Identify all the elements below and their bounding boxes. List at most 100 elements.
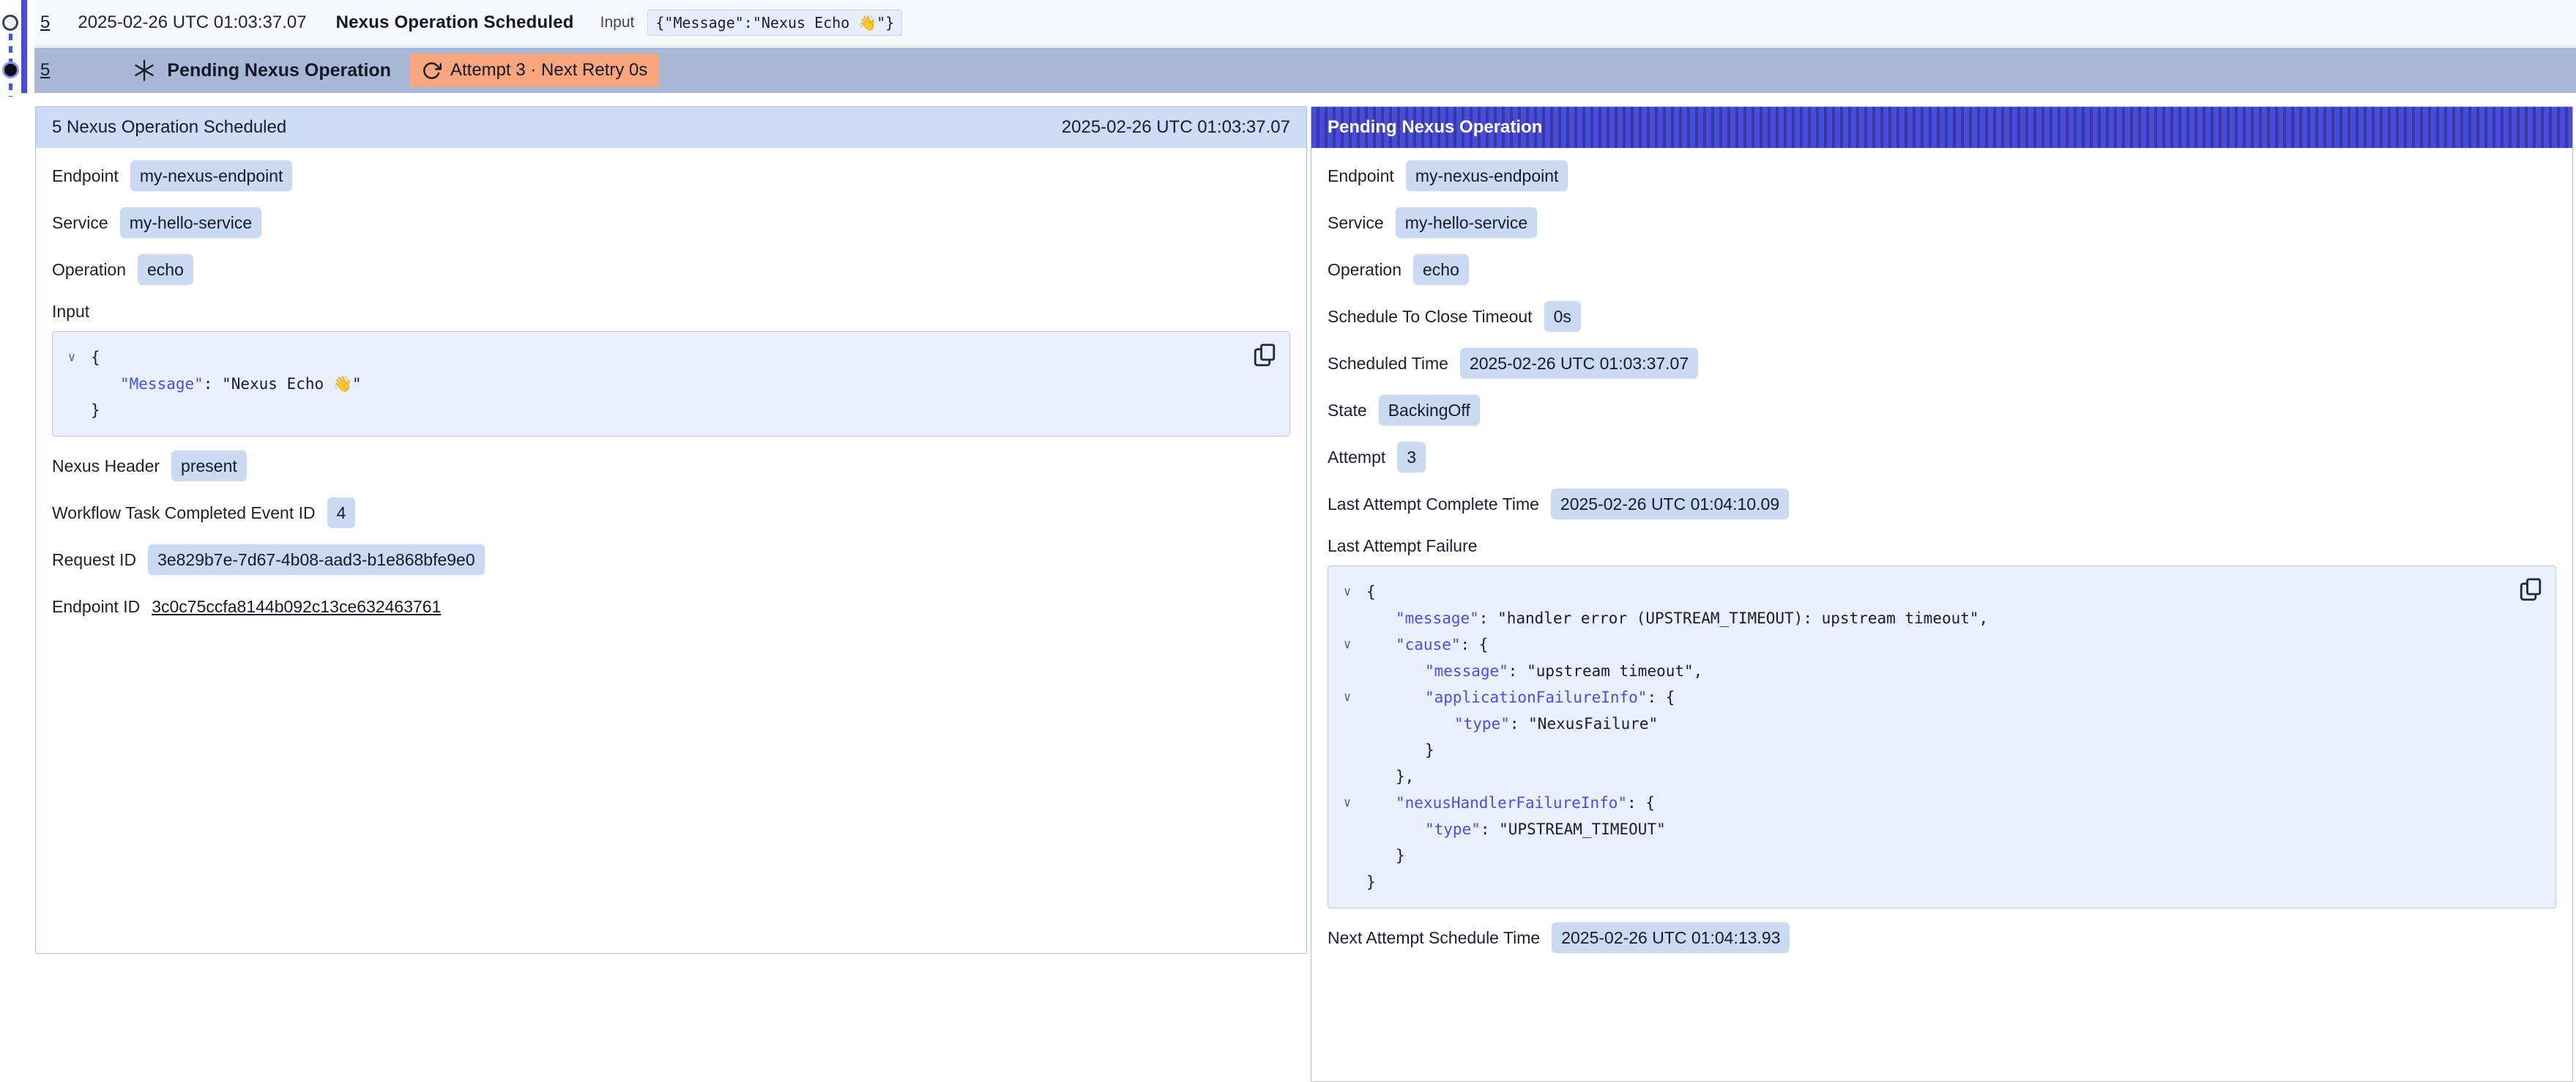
field-label: Operation [1328, 260, 1401, 280]
json-collapse-chevron-icon [1328, 658, 1366, 684]
field-label: Endpoint [1328, 166, 1394, 186]
json-collapse-chevron-icon[interactable]: ∨ [53, 344, 91, 371]
copy-button[interactable] [2517, 577, 2544, 603]
json-collapse-chevron-icon[interactable]: ∨ [1328, 790, 1366, 816]
field-label: State [1328, 401, 1367, 420]
json-code-line: "type": "NexusFailure" [1366, 711, 1658, 737]
attempt-retry-text: Attempt 3 · Next Retry 0s [450, 60, 647, 81]
json-code-line: "applicationFailureInfo": { [1366, 684, 1675, 711]
json-collapse-chevron-icon [1328, 816, 1366, 842]
json-code-line: } [1366, 869, 1376, 895]
pending-panel-header: Pending Nexus Operation [1311, 107, 2572, 148]
field-endpoint-id: Endpoint ID 3c0c75ccfa8144b092c13ce63246… [52, 590, 1290, 623]
json-code-line: { [91, 344, 100, 371]
field-request-id: Request ID 3e829b7e-7d67-4b08-aad3-b1e86… [52, 544, 1290, 576]
field-value-badge: my-nexus-endpoint [130, 160, 293, 191]
field-label: Attempt [1328, 448, 1385, 467]
field-value-badge: 0s [1544, 301, 1581, 332]
field-value-badge: 2025-02-26 UTC 01:04:10.09 [1551, 489, 1789, 519]
selected-event-indicator [21, 0, 27, 93]
endpoint-id-link[interactable]: 3c0c75ccfa8144b092c13ce632463761 [152, 597, 441, 617]
json-code-line: } [1366, 842, 1405, 869]
field-attempt: Attempt 3 [1328, 441, 2556, 473]
panel-title: 5 Nexus Operation Scheduled [52, 117, 286, 138]
input-json-viewer: ∨{"Message": "Nexus Echo 👋"} [52, 331, 1290, 437]
json-collapse-chevron-icon[interactable]: ∨ [1328, 684, 1366, 711]
field-value-badge: 3 [1397, 442, 1426, 473]
field-value-badge: my-hello-service [120, 207, 261, 238]
field-value-badge: 4 [327, 497, 356, 528]
field-value-badge: 3e829b7e-7d67-4b08-aad3-b1e868bfe9e0 [148, 544, 485, 575]
json-collapse-chevron-icon [1328, 842, 1366, 869]
pending-operation-panel: Pending Nexus Operation Endpoint my-nexu… [1311, 106, 2573, 1082]
field-label: Endpoint ID [52, 597, 140, 617]
json-collapse-chevron-icon [1328, 737, 1366, 763]
copy-icon [1251, 342, 1278, 368]
field-label: Next Attempt Schedule Time [1328, 928, 1540, 948]
pending-event-title: Pending Nexus Operation [167, 60, 391, 81]
pending-asterisk-icon [132, 58, 157, 83]
json-collapse-chevron-icon [1328, 869, 1366, 895]
scheduled-event-panel: 5 Nexus Operation Scheduled 2025-02-26 U… [35, 106, 1307, 954]
json-code-line: "Message": "Nexus Echo 👋" [91, 371, 362, 397]
scheduled-panel-header: 5 Nexus Operation Scheduled 2025-02-26 U… [36, 107, 1306, 148]
json-code-line: "cause": { [1366, 631, 1488, 658]
json-collapse-chevron-icon [53, 371, 91, 397]
retry-icon [422, 61, 442, 81]
timeline-event-marker-icon [2, 15, 18, 31]
field-operation: Operation echo [1328, 253, 2556, 286]
json-code-line: } [1366, 737, 1434, 763]
field-workflow-task-completed-event-id: Workflow Task Completed Event ID 4 [52, 497, 1290, 529]
attempt-retry-badge: Attempt 3 · Next Retry 0s [410, 53, 659, 87]
panel-timestamp: 2025-02-26 UTC 01:03:37.07 [1062, 117, 1290, 138]
field-endpoint: Endpoint my-nexus-endpoint [52, 160, 1290, 192]
field-value-badge: 2025-02-26 UTC 01:04:13.93 [1552, 922, 1790, 953]
input-section-label: Input [52, 300, 1290, 322]
json-code-line: { [1366, 579, 1376, 605]
field-endpoint: Endpoint my-nexus-endpoint [1328, 160, 2556, 192]
field-label: Service [52, 213, 108, 233]
field-schedule-to-close-timeout: Schedule To Close Timeout 0s [1328, 300, 2556, 333]
json-collapse-chevron-icon [1328, 711, 1366, 737]
json-collapse-chevron-icon [1328, 763, 1366, 790]
json-collapse-chevron-icon [1328, 605, 1366, 631]
json-collapse-chevron-icon[interactable]: ∨ [1328, 579, 1366, 605]
event-timestamp: 2025-02-26 UTC 01:03:37.07 [78, 12, 306, 33]
field-label: Scheduled Time [1328, 354, 1448, 374]
json-code-line: "nexusHandlerFailureInfo": { [1366, 790, 1655, 816]
field-label: Nexus Header [52, 456, 160, 476]
copy-button[interactable] [1251, 342, 1278, 368]
field-scheduled-time: Scheduled Time 2025-02-26 UTC 01:03:37.0… [1328, 347, 2556, 379]
json-collapse-chevron-icon [53, 397, 91, 423]
copy-icon [2517, 577, 2544, 603]
field-value-badge: echo [1413, 254, 1469, 285]
field-value-badge: echo [138, 254, 193, 285]
json-code-line: } [91, 397, 100, 423]
json-code-line: "message": "upstream timeout", [1366, 658, 1702, 684]
event-input-value-badge: {"Message":"Nexus Echo 👋"} [647, 10, 902, 36]
last-attempt-failure-label: Last Attempt Failure [1328, 535, 2556, 557]
field-value-badge: BackingOff [1379, 395, 1480, 426]
field-value-badge: my-nexus-endpoint [1406, 160, 1568, 191]
field-label: Last Attempt Complete Time [1328, 494, 1539, 514]
field-label: Operation [52, 260, 126, 280]
json-code-line: "message": "handler error (UPSTREAM_TIME… [1366, 605, 1988, 631]
json-collapse-chevron-icon[interactable]: ∨ [1328, 631, 1366, 658]
field-value-badge: my-hello-service [1396, 207, 1537, 238]
field-label: Workflow Task Completed Event ID [52, 503, 316, 523]
field-label: Schedule To Close Timeout [1328, 307, 1533, 327]
event-id-link[interactable]: 5 [40, 12, 50, 33]
field-value-badge: 2025-02-26 UTC 01:03:37.07 [1460, 348, 1698, 379]
json-code-line: "type": "UPSTREAM_TIMEOUT" [1366, 816, 1666, 842]
event-input-label: Input [600, 14, 635, 32]
event-row-pending[interactable]: 5 Pending Nexus Operation Attempt 3 · Ne… [34, 48, 2576, 93]
field-label: Endpoint [52, 166, 119, 186]
json-code-line: }, [1366, 763, 1414, 790]
field-value-badge: present [171, 451, 247, 481]
failure-json-viewer: ∨{"message": "handler error (UPSTREAM_TI… [1328, 566, 2556, 908]
event-id-link[interactable]: 5 [40, 60, 50, 81]
field-last-attempt-complete-time: Last Attempt Complete Time 2025-02-26 UT… [1328, 488, 2556, 520]
event-row-scheduled[interactable]: 5 2025-02-26 UTC 01:03:37.07 Nexus Opera… [34, 0, 2576, 47]
field-next-attempt-schedule-time: Next Attempt Schedule Time 2025-02-26 UT… [1328, 922, 2556, 954]
field-nexus-header: Nexus Header present [52, 450, 1290, 482]
